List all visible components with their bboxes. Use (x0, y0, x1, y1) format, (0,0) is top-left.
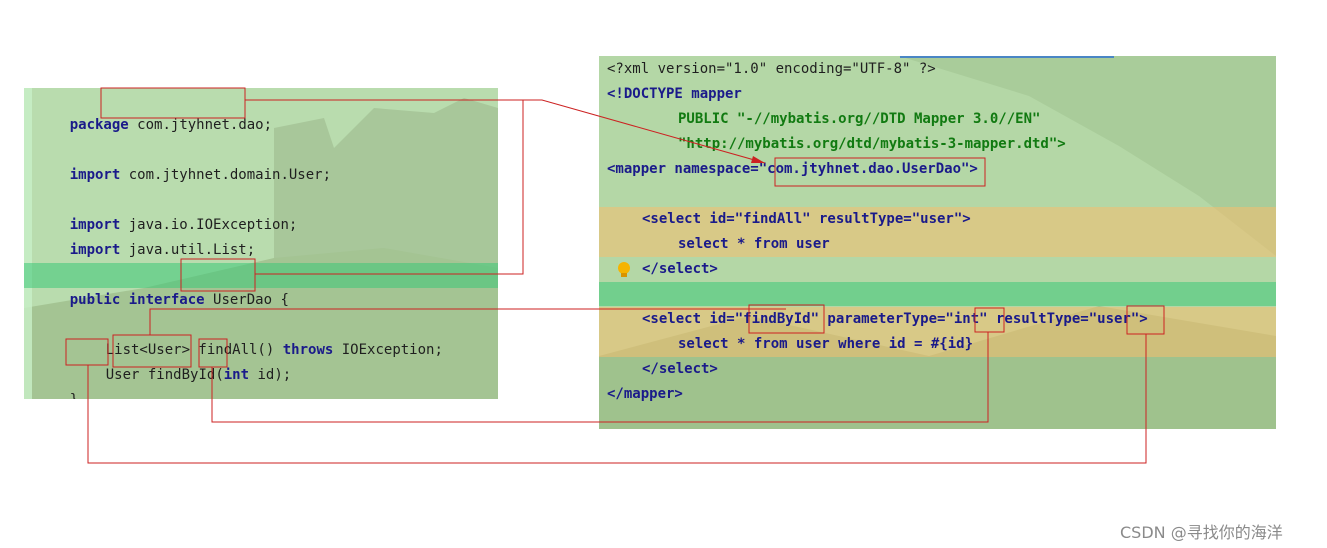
connector-result-type (87, 334, 1147, 464)
connector-interface (255, 100, 524, 275)
arrowhead (751, 156, 765, 163)
box-result-type (1126, 305, 1165, 335)
box-return-type (65, 338, 109, 366)
connector-package (245, 99, 766, 164)
box-parameter-type (974, 307, 1005, 333)
box-method-name (112, 334, 192, 368)
box-interface-name (180, 258, 256, 292)
box-param-type (198, 338, 228, 368)
connector-method (149, 308, 786, 335)
box-package-name (100, 87, 246, 119)
box-namespace (774, 157, 986, 187)
watermark: CSDN @寻找你的海洋 (1120, 523, 1283, 542)
annotation-overlay (65, 87, 1165, 464)
connector-param-type (211, 332, 989, 423)
